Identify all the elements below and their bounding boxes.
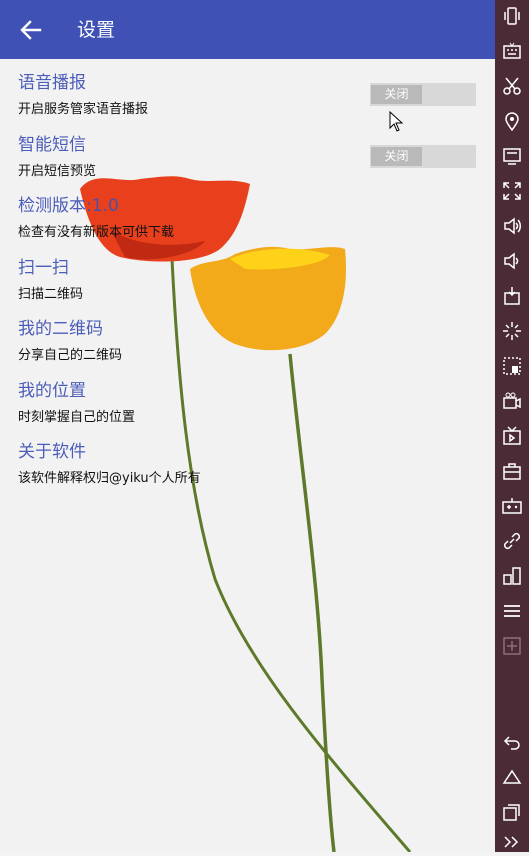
setting-voice-broadcast[interactable]: 语音播报 开启服务管家语音播报 [18,72,148,119]
setting-my-qrcode[interactable]: 我的二维码 分享自己的二维码 [18,318,122,365]
more-icon[interactable] [502,832,522,852]
setting-title: 我的二维码 [18,319,103,339]
mouse-cursor-icon [389,111,404,132]
setting-description: 开启服务管家语音播报 [18,102,149,117]
apk-install-icon[interactable] [502,286,522,306]
volume-down-icon[interactable] [502,251,522,271]
back-icon[interactable] [502,732,522,752]
setting-title: 检测版本:1.0 [18,196,119,216]
toggle-label: 关闭 [371,147,422,166]
app-window: 设置 语音播报 开启服务管家语音播报 关闭 智能短信 开启短信预览 关闭 检测版… [0,0,495,852]
setting-scan[interactable]: 扫一扫 扫描二维码 [18,257,83,304]
setting-title: 我的位置 [18,381,86,401]
tv-icon[interactable] [502,426,522,446]
setting-title: 语音播报 [18,73,86,93]
back-arrow-icon[interactable] [18,17,44,43]
loading-icon[interactable] [502,321,522,341]
menu-icon[interactable] [502,601,522,621]
vibrate-icon[interactable] [502,6,522,26]
volume-up-icon[interactable] [502,216,522,236]
home-icon[interactable] [502,767,522,787]
app-bar: 设置 [0,0,495,59]
emulator-sidebar [495,0,529,852]
voice-broadcast-toggle[interactable]: 关闭 [370,83,476,106]
screen-icon[interactable] [502,146,522,166]
gamepad-icon[interactable] [502,496,522,516]
setting-title: 智能短信 [18,135,86,155]
recents-icon[interactable] [502,802,522,822]
video-record-icon[interactable] [502,391,522,411]
setting-smart-sms[interactable]: 智能短信 开启短信预览 [18,134,96,181]
resize-icon[interactable] [502,566,522,586]
setting-description: 该软件解释权归@yiku个人所有 [18,471,201,486]
setting-title: 扫一扫 [18,258,69,278]
page-title: 设置 [77,19,116,41]
link-icon[interactable] [502,531,522,551]
toggle-label: 关闭 [371,85,422,104]
keyboard-icon[interactable] [502,41,522,61]
setting-description: 开启短信预览 [18,164,97,179]
setting-description: 时刻掌握自己的位置 [18,410,136,425]
smart-sms-toggle[interactable]: 关闭 [370,145,476,168]
setting-description: 分享自己的二维码 [18,348,123,363]
screenshot-icon[interactable] [502,356,522,376]
setting-description: 扫描二维码 [18,287,84,302]
scissors-icon[interactable] [502,76,522,96]
toolbox-icon[interactable] [502,461,522,481]
setting-my-location[interactable]: 我的位置 时刻掌握自己的位置 [18,380,135,427]
setting-about[interactable]: 关于软件 该软件解释权归@yiku个人所有 [18,441,201,488]
setting-description: 检查有没有新版本可供下载 [18,225,175,240]
setting-check-version[interactable]: 检测版本:1.0 检查有没有新版本可供下载 [18,195,174,242]
location-icon[interactable] [502,111,522,132]
fullscreen-icon[interactable] [502,181,522,201]
add-icon[interactable] [502,636,522,656]
setting-title: 关于软件 [18,442,86,462]
